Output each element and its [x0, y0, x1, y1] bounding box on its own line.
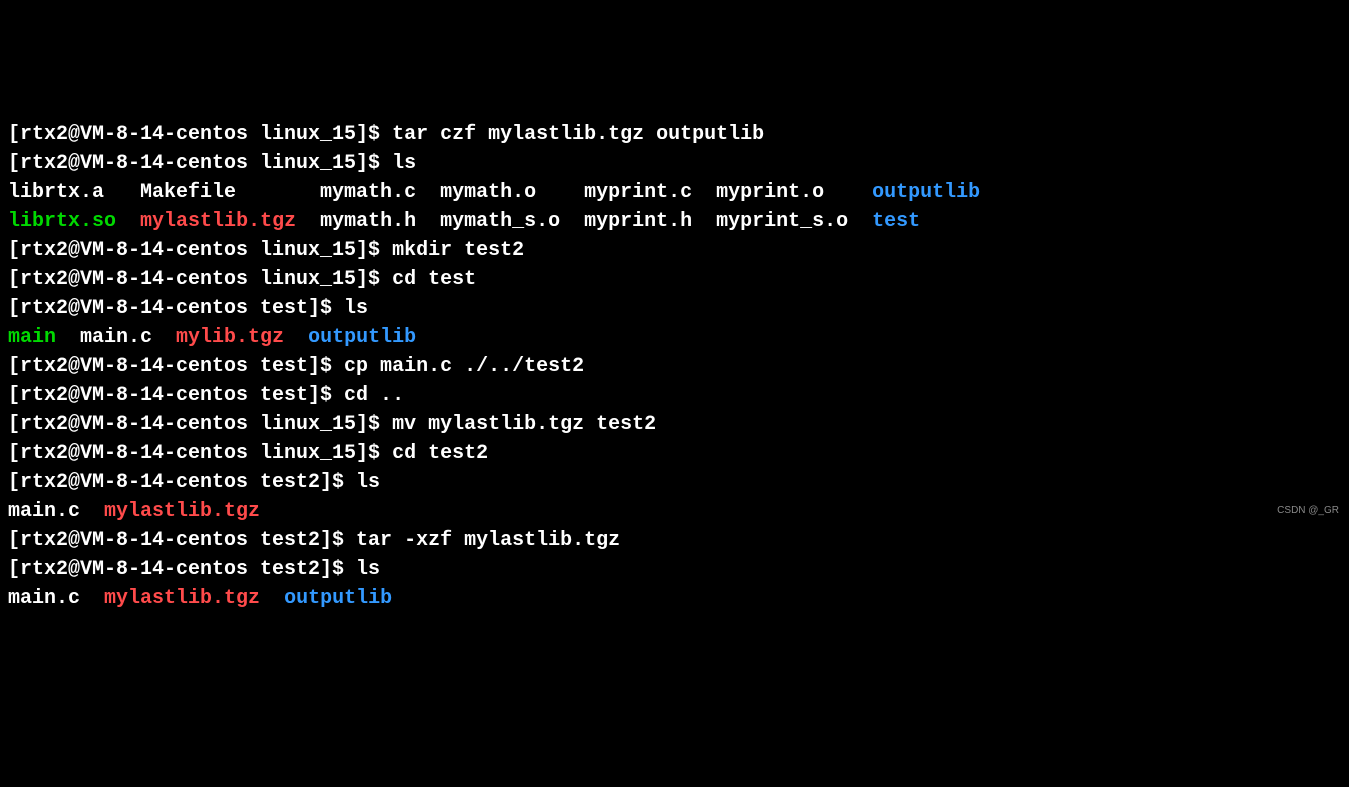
- terminal-text: mylastlib.tgz: [140, 210, 296, 233]
- terminal-text: [rtx2@VM-8-14-centos test2]$ tar -xzf my…: [8, 529, 620, 552]
- terminal-line: [rtx2@VM-8-14-centos linux_15]$ cd test: [8, 265, 1341, 294]
- terminal-line: main.c mylastlib.tgz: [8, 497, 1341, 526]
- terminal-text: outputlib: [308, 326, 416, 349]
- watermark: CSDN @_GR: [1277, 496, 1339, 525]
- terminal-line: [rtx2@VM-8-14-centos linux_15]$ cd test2: [8, 439, 1341, 468]
- terminal-line: [rtx2@VM-8-14-centos test2]$ ls: [8, 468, 1341, 497]
- terminal-text: [rtx2@VM-8-14-centos linux_15]$ mkdir te…: [8, 239, 524, 262]
- terminal-text: [rtx2@VM-8-14-centos test]$ cd ..: [8, 384, 404, 407]
- terminal-text: [rtx2@VM-8-14-centos test2]$ ls: [8, 558, 380, 581]
- terminal-line: librtx.so mylastlib.tgz mymath.h mymath_…: [8, 207, 1341, 236]
- terminal-line: [rtx2@VM-8-14-centos test]$ cd ..: [8, 381, 1341, 410]
- terminal-text: test: [872, 210, 920, 233]
- terminal-text: outputlib: [872, 181, 980, 204]
- terminal-text: [rtx2@VM-8-14-centos test]$ cp main.c ./…: [8, 355, 584, 378]
- terminal-text: mylib.tgz: [176, 326, 284, 349]
- terminal-text: [rtx2@VM-8-14-centos test]$ ls: [8, 297, 368, 320]
- terminal-line: [rtx2@VM-8-14-centos test]$ cp main.c ./…: [8, 352, 1341, 381]
- terminal-text: [rtx2@VM-8-14-centos linux_15]$ cd test2: [8, 442, 488, 465]
- terminal-text: [rtx2@VM-8-14-centos linux_15]$ cd test: [8, 268, 476, 291]
- terminal-text: [rtx2@VM-8-14-centos linux_15]$ mv mylas…: [8, 413, 656, 436]
- terminal-text: mylastlib.tgz: [104, 500, 260, 523]
- terminal-text: [rtx2@VM-8-14-centos test2]$ ls: [8, 471, 380, 494]
- terminal-line: [rtx2@VM-8-14-centos test2]$ ls: [8, 555, 1341, 584]
- terminal-line: main.c mylastlib.tgz outputlib: [8, 584, 1341, 613]
- terminal-line: [rtx2@VM-8-14-centos test2]$ tar -xzf my…: [8, 526, 1341, 555]
- terminal-text: mylastlib.tgz: [104, 587, 260, 610]
- terminal-text: librtx.a Makefile mymath.c mymath.o mypr…: [8, 181, 872, 204]
- terminal-line: main main.c mylib.tgz outputlib: [8, 323, 1341, 352]
- terminal-text: mymath.h mymath_s.o myprint.h myprint_s.…: [296, 210, 872, 233]
- terminal-text: [116, 210, 140, 233]
- terminal-line: [rtx2@VM-8-14-centos linux_15]$ tar czf …: [8, 120, 1341, 149]
- terminal-text: main.c: [56, 326, 176, 349]
- terminal-line: [rtx2@VM-8-14-centos linux_15]$ ls: [8, 149, 1341, 178]
- terminal-line: [rtx2@VM-8-14-centos linux_15]$ mkdir te…: [8, 236, 1341, 265]
- terminal-text: [rtx2@VM-8-14-centos linux_15]$ ls: [8, 152, 416, 175]
- terminal-text: [rtx2@VM-8-14-centos linux_15]$ tar czf …: [8, 123, 764, 146]
- terminal-text: librtx.so: [8, 210, 116, 233]
- terminal-text: main.c: [8, 587, 104, 610]
- terminal-text: main.c: [8, 500, 104, 523]
- terminal-line: [rtx2@VM-8-14-centos test]$ ls: [8, 294, 1341, 323]
- terminal-text: [284, 326, 308, 349]
- terminal-text: main: [8, 326, 56, 349]
- terminal-text: [260, 587, 284, 610]
- terminal-line: librtx.a Makefile mymath.c mymath.o mypr…: [8, 178, 1341, 207]
- terminal-output[interactable]: [rtx2@VM-8-14-centos linux_15]$ tar czf …: [8, 120, 1341, 613]
- terminal-line: [rtx2@VM-8-14-centos linux_15]$ mv mylas…: [8, 410, 1341, 439]
- terminal-text: outputlib: [284, 587, 392, 610]
